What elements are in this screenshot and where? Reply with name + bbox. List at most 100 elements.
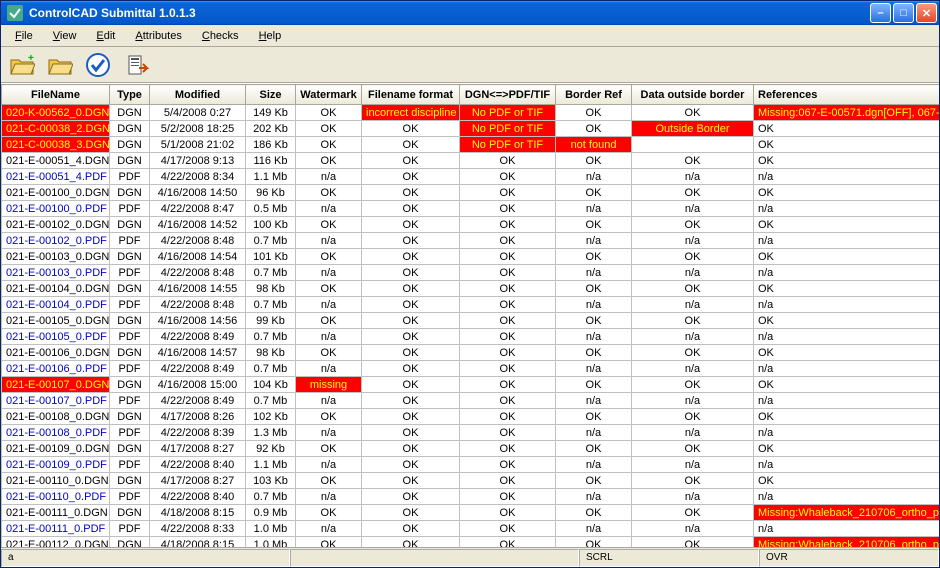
cell-references: OK [754,121,940,137]
check-button[interactable] [83,50,113,80]
menu-checks[interactable]: Checks [194,28,247,44]
col-header-0[interactable]: FileName [2,85,110,105]
cell-type: PDF [110,329,150,345]
table-row[interactable]: 021-E-00100_0.DGNDGN4/16/2008 14:5096 Kb… [2,185,940,201]
cell-border-ref: n/a [556,489,632,505]
cell-border-ref: OK [556,345,632,361]
table-row[interactable]: 021-C-00038_3.DGNDGN5/1/2008 21:02186 Kb… [2,137,940,153]
cell-size: 96 Kb [246,185,296,201]
cell-filename-format: OK [362,201,460,217]
table-row[interactable]: 021-E-00111_0.DGNDGN4/18/2008 8:150.9 Mb… [2,505,940,521]
table-row[interactable]: 021-E-00106_0.PDFPDF4/22/2008 8:490.7 Mb… [2,361,940,377]
export-button[interactable] [121,50,151,80]
menu-view[interactable]: View [45,28,85,44]
cell-modified: 4/22/2008 8:47 [150,201,246,217]
col-header-7[interactable]: Border Ref [556,85,632,105]
table-row[interactable]: 020-K-00562_0.DGNDGN5/4/2008 0:27149 KbO… [2,105,940,121]
table-body: 020-K-00562_0.DGNDGN5/4/2008 0:27149 KbO… [2,105,940,548]
open-folder-button[interactable] [45,50,75,80]
col-header-1[interactable]: Type [110,85,150,105]
cell-pdf: OK [460,281,556,297]
cell-references: OK [754,137,940,153]
cell-modified: 4/22/2008 8:34 [150,169,246,185]
cell-watermark: n/a [296,233,362,249]
table-row[interactable]: 021-E-00110_0.PDFPDF4/22/2008 8:400.7 Mb… [2,489,940,505]
open-folder-add-button[interactable]: + [7,50,37,80]
cell-border-ref: not found [556,137,632,153]
col-header-6[interactable]: DGN<=>PDF/TIF [460,85,556,105]
cell-data-outside-border: n/a [632,489,754,505]
table-row[interactable]: 021-E-00108_0.PDFPDF4/22/2008 8:391.3 Mb… [2,425,940,441]
table-row[interactable]: 021-E-00051_4.PDFPDF4/22/2008 8:341.1 Mb… [2,169,940,185]
table-row[interactable]: 021-E-00051_4.DGNDGN4/17/2008 9:13116 Kb… [2,153,940,169]
table-row[interactable]: 021-E-00103_0.PDFPDF4/22/2008 8:480.7 Mb… [2,265,940,281]
cell-size: 0.7 Mb [246,361,296,377]
cell-data-outside-border: OK [632,281,754,297]
menu-file[interactable]: File [7,28,41,44]
cell-size: 1.1 Mb [246,457,296,473]
titlebar[interactable]: ControlCAD Submittal 1.0.1.3 – □ ✕ [1,1,939,25]
table-row[interactable]: 021-E-00111_0.PDFPDF4/22/2008 8:331.0 Mb… [2,521,940,537]
cell-pdf: OK [460,233,556,249]
cell-pdf: OK [460,345,556,361]
table-row[interactable]: 021-E-00104_0.DGNDGN4/16/2008 14:5598 Kb… [2,281,940,297]
cell-border-ref: OK [556,121,632,137]
statusbar: a SCRL OVR [1,547,939,567]
table-row[interactable]: 021-E-00108_0.DGNDGN4/17/2008 8:26102 Kb… [2,409,940,425]
table-row[interactable]: 021-E-00102_0.DGNDGN4/16/2008 14:52100 K… [2,217,940,233]
cell-type: DGN [110,153,150,169]
table-row[interactable]: 021-E-00106_0.DGNDGN4/16/2008 14:5798 Kb… [2,345,940,361]
cell-size: 0.7 Mb [246,489,296,505]
table-row[interactable]: 021-E-00109_0.PDFPDF4/22/2008 8:401.1 Mb… [2,457,940,473]
menu-edit[interactable]: Edit [88,28,123,44]
close-button[interactable]: ✕ [916,3,937,23]
menu-attributes[interactable]: Attributes [127,28,189,44]
cell-size: 98 Kb [246,281,296,297]
col-header-4[interactable]: Watermark [296,85,362,105]
col-header-3[interactable]: Size [246,85,296,105]
table-row[interactable]: 021-E-00109_0.DGNDGN4/17/2008 8:2792 KbO… [2,441,940,457]
table-row[interactable]: 021-C-00038_2.DGNDGN5/2/2008 18:25202 Kb… [2,121,940,137]
table-row[interactable]: 021-E-00104_0.PDFPDF4/22/2008 8:480.7 Mb… [2,297,940,313]
cell-border-ref: n/a [556,425,632,441]
cell-size: 99 Kb [246,313,296,329]
menu-help[interactable]: Help [251,28,290,44]
table-row[interactable]: 021-E-00105_0.PDFPDF4/22/2008 8:490.7 Mb… [2,329,940,345]
cell-data-outside-border: OK [632,185,754,201]
col-header-5[interactable]: Filename format [362,85,460,105]
cell-modified: 4/22/2008 8:40 [150,457,246,473]
cell-pdf: OK [460,441,556,457]
cell-filename-format: OK [362,249,460,265]
data-table[interactable]: FileNameTypeModifiedSizeWatermarkFilenam… [1,84,939,547]
table-row[interactable]: 021-E-00112_0.DGNDGN4/18/2008 8:151.0 Mb… [2,537,940,548]
cell-watermark: OK [296,537,362,548]
cell-filename: 021-E-00103_0.PDF [2,265,110,281]
cell-size: 104 Kb [246,377,296,393]
table-row[interactable]: 021-E-00103_0.DGNDGN4/16/2008 14:54101 K… [2,249,940,265]
table-row[interactable]: 021-E-00107_0.DGNDGN4/16/2008 15:00104 K… [2,377,940,393]
cell-pdf: OK [460,249,556,265]
cell-pdf: OK [460,185,556,201]
cell-border-ref: n/a [556,329,632,345]
cell-filename: 021-E-00100_0.PDF [2,201,110,217]
cell-modified: 4/22/2008 8:49 [150,361,246,377]
table-row[interactable]: 021-E-00110_0.DGNDGN4/17/2008 8:27103 Kb… [2,473,940,489]
table-row[interactable]: 021-E-00100_0.PDFPDF4/22/2008 8:470.5 Mb… [2,201,940,217]
cell-size: 0.7 Mb [246,233,296,249]
cell-pdf: OK [460,489,556,505]
maximize-button[interactable]: □ [893,3,914,23]
cell-modified: 4/22/2008 8:48 [150,297,246,313]
col-header-8[interactable]: Data outside border [632,85,754,105]
cell-references: OK [754,377,940,393]
table-row[interactable]: 021-E-00102_0.PDFPDF4/22/2008 8:480.7 Mb… [2,233,940,249]
minimize-button[interactable]: – [870,3,891,23]
table-row[interactable]: 021-E-00105_0.DGNDGN4/16/2008 14:5699 Kb… [2,313,940,329]
col-header-9[interactable]: References [754,85,940,105]
content-area[interactable]: FileNameTypeModifiedSizeWatermarkFilenam… [1,83,939,547]
col-header-2[interactable]: Modified [150,85,246,105]
menubar: FileViewEditAttributes ChecksHelp [1,25,939,47]
cell-watermark: n/a [296,265,362,281]
table-row[interactable]: 021-E-00107_0.PDFPDF4/22/2008 8:490.7 Mb… [2,393,940,409]
cell-watermark: OK [296,441,362,457]
cell-type: DGN [110,281,150,297]
